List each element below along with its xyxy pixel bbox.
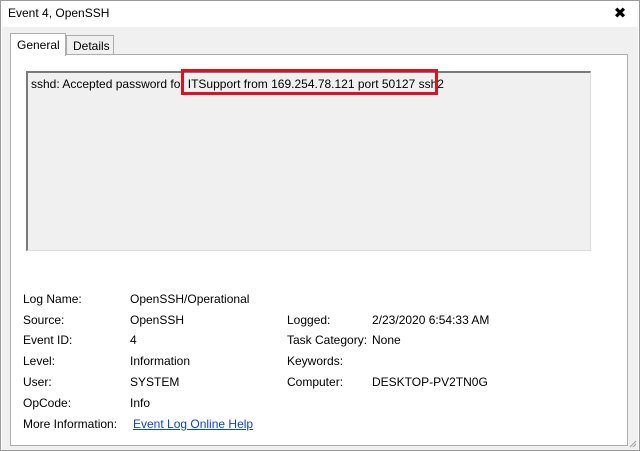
red-highlight-box [181, 69, 438, 95]
source-value: OpenSSH [130, 313, 185, 327]
close-icon[interactable]: ✖ [611, 4, 629, 22]
event-id-label: Event ID: [23, 333, 73, 347]
message-prefix: sshd: Accepted password for [31, 77, 188, 91]
window-title: Event 4, OpenSSH [8, 6, 110, 20]
task-category-label: Task Category: [287, 333, 368, 347]
log-name-value: OpenSSH/Operational [130, 292, 250, 306]
logged-value: 2/23/2020 6:54:33 AM [372, 313, 490, 327]
log-name-label: Log Name: [23, 292, 82, 306]
user-label: User: [23, 375, 52, 389]
tab-details[interactable]: Details [66, 35, 114, 55]
computer-label: Computer: [287, 375, 344, 389]
source-label: Source: [23, 313, 65, 327]
user-value: SYSTEM [130, 375, 180, 389]
event-properties-window: Event 4, OpenSSH ✖ General Details sshd:… [0, 0, 640, 451]
more-info-label: More Information: [23, 417, 118, 431]
general-panel: sshd: Accepted password for ITSupport fr… [10, 54, 628, 446]
level-value: Information [130, 354, 191, 368]
event-message-box[interactable]: sshd: Accepted password for ITSupport fr… [26, 69, 591, 251]
tab-general[interactable]: General [10, 33, 66, 56]
level-label: Level: [23, 354, 56, 368]
task-category-value: None [372, 333, 401, 347]
dialog-body: General Details sshd: Accepted password … [2, 27, 638, 450]
opcode-value: Info [130, 396, 151, 410]
opcode-label: OpCode: [23, 396, 72, 410]
logged-label: Logged: [287, 313, 331, 327]
event-log-online-help-link[interactable]: Event Log Online Help [133, 417, 253, 431]
resize-grip-icon[interactable] [627, 438, 637, 448]
keywords-label: Keywords: [287, 354, 344, 368]
event-id-value: 4 [130, 333, 137, 347]
title-bar[interactable]: Event 4, OpenSSH ✖ [1, 1, 639, 27]
computer-value: DESKTOP-PV2TN0G [372, 375, 488, 389]
